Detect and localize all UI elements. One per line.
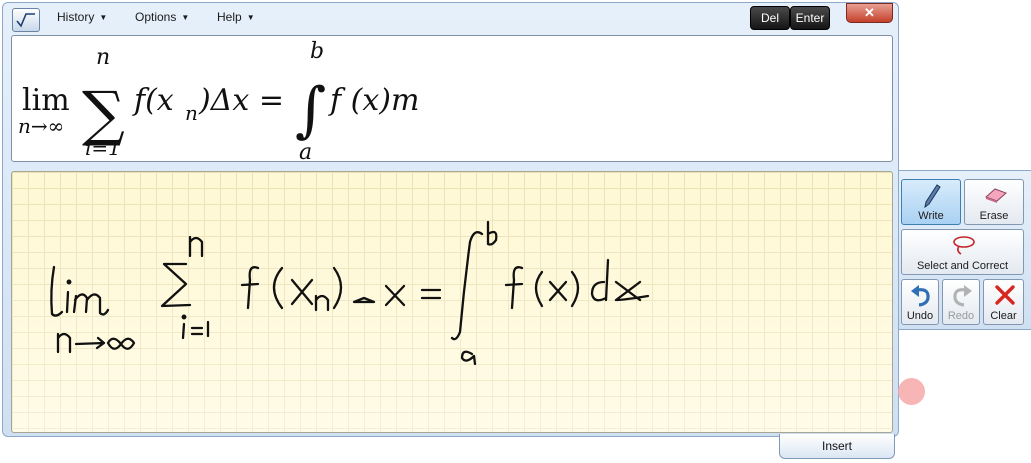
- undo-icon: [911, 285, 930, 307]
- preview-term-subscript: n: [185, 101, 198, 125]
- preview-term-rest: )Δx =: [198, 83, 284, 118]
- tool-panel: Write Erase Select and Correct Undo Redo: [898, 170, 1031, 330]
- help-menu-label: Help: [217, 10, 242, 24]
- preview-integrand: f (x)m: [328, 83, 419, 118]
- preview-integral: ∫: [295, 75, 326, 145]
- undo-label: Undo: [906, 310, 934, 322]
- undo-button[interactable]: Undo: [901, 279, 939, 325]
- pen-cursor-indicator: [898, 378, 925, 405]
- clear-label: Clear: [990, 310, 1017, 322]
- insert-button[interactable]: Insert: [779, 434, 895, 459]
- eraser-icon: [985, 188, 1007, 203]
- erase-label: Erase: [979, 210, 1009, 222]
- preview-integral-upper: b: [310, 39, 324, 64]
- write-label: Write: [918, 210, 944, 222]
- preview-sum-lower: i=1: [85, 136, 121, 160]
- select-and-correct-button[interactable]: Select and Correct: [901, 229, 1024, 275]
- clear-x-icon: [995, 285, 1015, 305]
- lasso-icon: [953, 236, 975, 255]
- history-menu[interactable]: History ▼: [57, 10, 107, 24]
- chevron-down-icon: ▼: [181, 13, 190, 23]
- chevron-down-icon: ▼: [246, 13, 255, 23]
- math-input-panel-window: History ▼ Options ▼ Help ▼ Del Enter ✕ lim …: [2, 2, 899, 437]
- options-menu-label: Options: [135, 10, 177, 24]
- options-menu[interactable]: Options ▼: [135, 10, 189, 24]
- title-bar: History ▼ Options ▼ Help ▼ Del Enter: [3, 3, 898, 33]
- redo-button: Redo: [942, 279, 980, 325]
- enter-button[interactable]: Enter: [790, 6, 830, 30]
- history-menu-label: History: [57, 10, 95, 24]
- clear-button[interactable]: Clear: [983, 279, 1024, 325]
- preview-lim-subscript: n→∞: [18, 114, 64, 138]
- close-icon: ✕: [864, 5, 875, 20]
- close-button[interactable]: ✕: [846, 3, 893, 23]
- erase-button[interactable]: Erase: [964, 179, 1024, 225]
- handwriting-writing-area[interactable]: [11, 171, 893, 433]
- preview-lim: lim: [22, 83, 70, 118]
- handwritten-ink-strokes: [50, 220, 650, 366]
- preview-term: f(x: [132, 83, 174, 118]
- recognized-equation-preview: lim n→∞ ∑ n i=1 f(x n )Δx = ∫ b a f (x)m: [11, 35, 893, 162]
- select-and-correct-label: Select and Correct: [916, 260, 1009, 272]
- redo-label: Redo: [947, 310, 975, 322]
- pen-icon: [924, 184, 941, 208]
- help-menu[interactable]: Help ▼: [217, 10, 255, 24]
- preview-sum-upper: n: [96, 45, 110, 70]
- chevron-down-icon: ▼: [99, 13, 108, 23]
- math-panel-app-icon: [12, 8, 40, 32]
- preview-integral-lower: a: [299, 140, 312, 161]
- write-button[interactable]: Write: [901, 179, 961, 225]
- del-button[interactable]: Del: [750, 6, 790, 30]
- redo-icon: [953, 285, 972, 307]
